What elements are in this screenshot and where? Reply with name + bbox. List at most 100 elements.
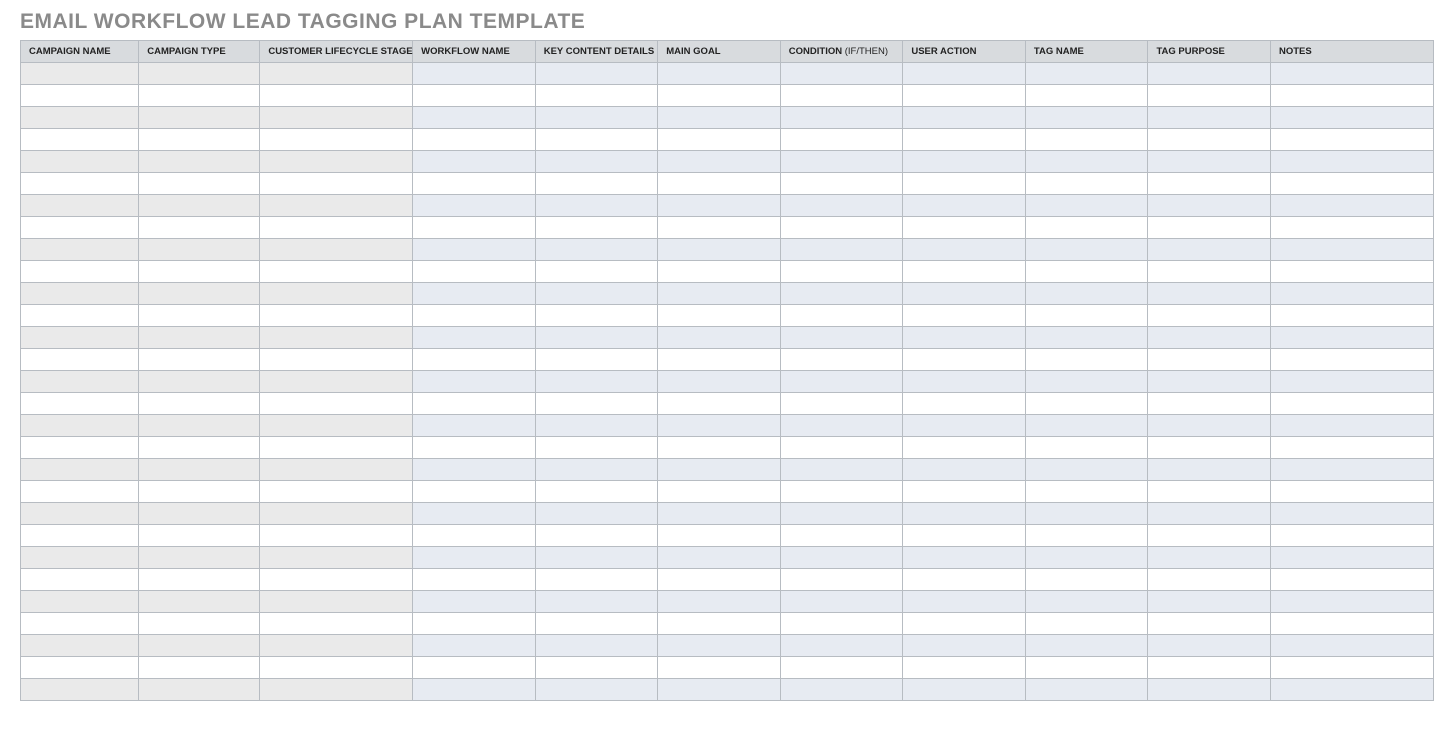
table-cell[interactable]: [21, 613, 139, 635]
table-cell[interactable]: [413, 85, 536, 107]
table-cell[interactable]: [139, 349, 260, 371]
table-cell[interactable]: [780, 195, 903, 217]
table-cell[interactable]: [535, 415, 658, 437]
table-cell[interactable]: [903, 107, 1026, 129]
table-cell[interactable]: [413, 591, 536, 613]
table-cell[interactable]: [139, 305, 260, 327]
table-cell[interactable]: [903, 261, 1026, 283]
table-cell[interactable]: [260, 481, 413, 503]
table-cell[interactable]: [139, 591, 260, 613]
table-cell[interactable]: [535, 613, 658, 635]
table-cell[interactable]: [139, 415, 260, 437]
table-cell[interactable]: [780, 129, 903, 151]
table-cell[interactable]: [658, 239, 781, 261]
table-cell[interactable]: [1270, 569, 1433, 591]
table-cell[interactable]: [535, 129, 658, 151]
table-cell[interactable]: [21, 547, 139, 569]
table-cell[interactable]: [535, 349, 658, 371]
table-cell[interactable]: [260, 591, 413, 613]
table-cell[interactable]: [780, 679, 903, 701]
table-cell[interactable]: [260, 239, 413, 261]
table-cell[interactable]: [903, 283, 1026, 305]
table-cell[interactable]: [413, 63, 536, 85]
table-cell[interactable]: [139, 569, 260, 591]
table-cell[interactable]: [535, 371, 658, 393]
table-cell[interactable]: [780, 371, 903, 393]
table-cell[interactable]: [21, 635, 139, 657]
table-cell[interactable]: [1148, 217, 1271, 239]
table-cell[interactable]: [535, 591, 658, 613]
table-cell[interactable]: [658, 107, 781, 129]
table-cell[interactable]: [1270, 371, 1433, 393]
table-cell[interactable]: [903, 195, 1026, 217]
table-cell[interactable]: [1148, 569, 1271, 591]
table-cell[interactable]: [1270, 415, 1433, 437]
table-cell[interactable]: [260, 371, 413, 393]
table-cell[interactable]: [260, 657, 413, 679]
table-cell[interactable]: [780, 547, 903, 569]
table-cell[interactable]: [260, 635, 413, 657]
table-cell[interactable]: [139, 195, 260, 217]
table-cell[interactable]: [1148, 591, 1271, 613]
table-cell[interactable]: [903, 503, 1026, 525]
table-cell[interactable]: [1270, 63, 1433, 85]
table-cell[interactable]: [1148, 261, 1271, 283]
table-cell[interactable]: [1148, 305, 1271, 327]
table-cell[interactable]: [1148, 195, 1271, 217]
table-cell[interactable]: [260, 349, 413, 371]
table-cell[interactable]: [535, 657, 658, 679]
table-cell[interactable]: [658, 591, 781, 613]
table-cell[interactable]: [1148, 481, 1271, 503]
table-cell[interactable]: [1270, 437, 1433, 459]
table-cell[interactable]: [413, 283, 536, 305]
table-cell[interactable]: [1270, 327, 1433, 349]
table-cell[interactable]: [413, 503, 536, 525]
table-cell[interactable]: [139, 283, 260, 305]
table-cell[interactable]: [903, 239, 1026, 261]
table-cell[interactable]: [1025, 195, 1148, 217]
table-cell[interactable]: [780, 481, 903, 503]
table-cell[interactable]: [139, 85, 260, 107]
table-cell[interactable]: [1270, 547, 1433, 569]
table-cell[interactable]: [1148, 129, 1271, 151]
table-cell[interactable]: [1148, 503, 1271, 525]
table-cell[interactable]: [413, 415, 536, 437]
table-cell[interactable]: [1025, 657, 1148, 679]
table-cell[interactable]: [413, 635, 536, 657]
table-cell[interactable]: [535, 195, 658, 217]
table-cell[interactable]: [1025, 63, 1148, 85]
table-cell[interactable]: [1270, 657, 1433, 679]
table-cell[interactable]: [780, 613, 903, 635]
table-cell[interactable]: [139, 239, 260, 261]
table-cell[interactable]: [21, 525, 139, 547]
table-cell[interactable]: [413, 173, 536, 195]
table-cell[interactable]: [1025, 151, 1148, 173]
table-cell[interactable]: [658, 547, 781, 569]
table-cell[interactable]: [780, 503, 903, 525]
table-cell[interactable]: [780, 437, 903, 459]
table-cell[interactable]: [1025, 635, 1148, 657]
table-cell[interactable]: [535, 327, 658, 349]
table-cell[interactable]: [1025, 261, 1148, 283]
table-cell[interactable]: [139, 129, 260, 151]
table-cell[interactable]: [658, 613, 781, 635]
table-cell[interactable]: [780, 283, 903, 305]
table-cell[interactable]: [139, 371, 260, 393]
table-cell[interactable]: [260, 327, 413, 349]
table-cell[interactable]: [21, 569, 139, 591]
table-cell[interactable]: [413, 613, 536, 635]
table-cell[interactable]: [1148, 613, 1271, 635]
table-cell[interactable]: [260, 151, 413, 173]
table-cell[interactable]: [903, 657, 1026, 679]
table-cell[interactable]: [535, 569, 658, 591]
table-cell[interactable]: [658, 437, 781, 459]
table-cell[interactable]: [1148, 327, 1271, 349]
table-cell[interactable]: [21, 107, 139, 129]
table-cell[interactable]: [780, 305, 903, 327]
table-cell[interactable]: [1025, 173, 1148, 195]
table-cell[interactable]: [1148, 173, 1271, 195]
table-cell[interactable]: [535, 63, 658, 85]
table-cell[interactable]: [903, 349, 1026, 371]
table-cell[interactable]: [21, 591, 139, 613]
table-cell[interactable]: [780, 393, 903, 415]
